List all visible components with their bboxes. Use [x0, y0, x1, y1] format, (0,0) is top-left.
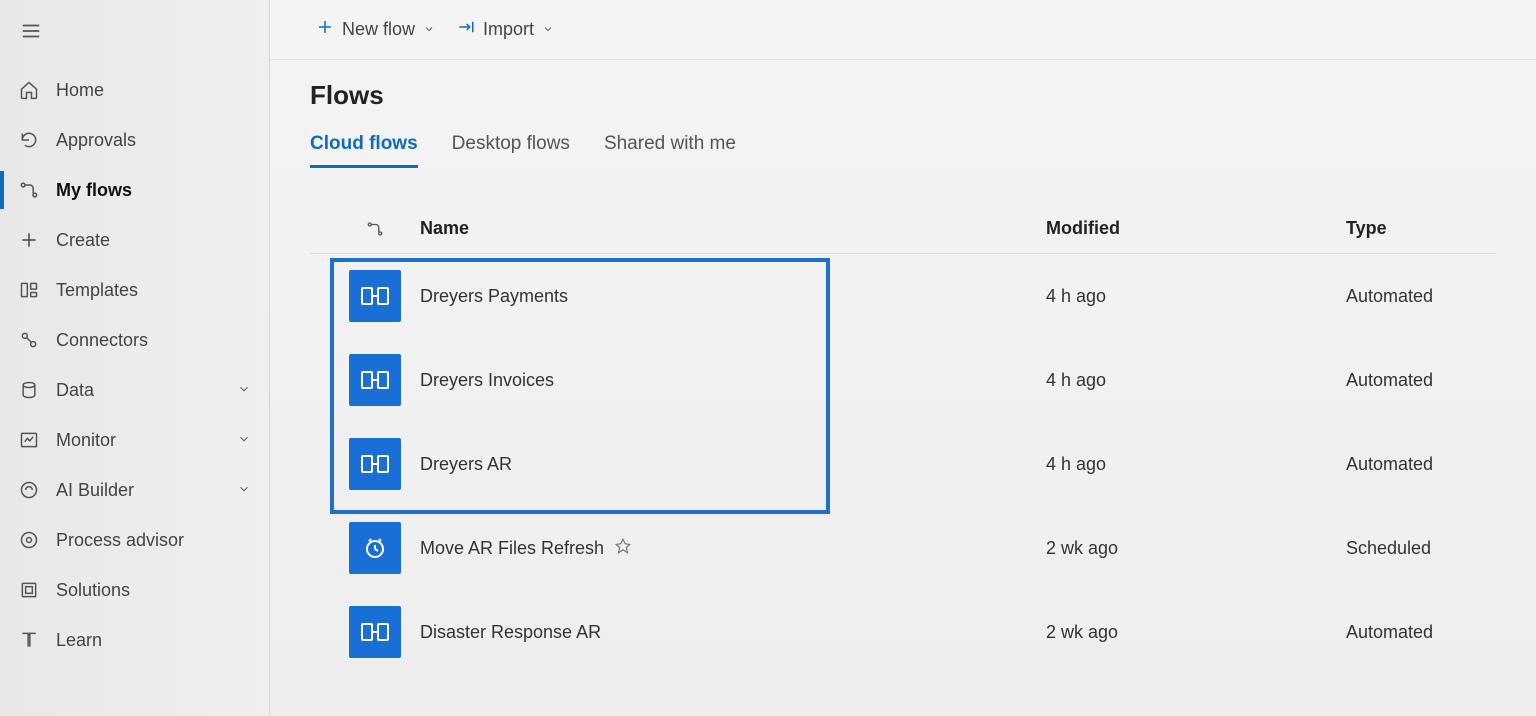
approvals-icon: [18, 129, 40, 151]
connectors-icon: [18, 329, 40, 351]
column-header-type[interactable]: Type: [1346, 218, 1496, 239]
flow-name: Dreyers Invoices: [420, 370, 554, 391]
sidebar-item-label: Templates: [56, 280, 138, 301]
sidebar: Home Approvals My flows Create Templates…: [0, 0, 270, 716]
flow-modified: 4 h ago: [1046, 286, 1346, 307]
templates-icon: [18, 279, 40, 301]
sidebar-item-create[interactable]: Create: [0, 215, 269, 265]
chevron-down-icon: [237, 380, 251, 401]
flow-icon: [18, 179, 40, 201]
flow-modified: 2 wk ago: [1046, 538, 1346, 559]
table-row[interactable]: Disaster Response AR 2 wk ago Automated: [310, 590, 1496, 674]
flow-modified: 2 wk ago: [1046, 622, 1346, 643]
sidebar-item-label: Connectors: [56, 330, 148, 351]
flow-connector-icon: [349, 270, 401, 322]
column-header-modified[interactable]: Modified: [1046, 218, 1346, 239]
import-label: Import: [483, 19, 534, 40]
table-row[interactable]: Dreyers Invoices 4 h ago Automated: [310, 338, 1496, 422]
page-header-area: Flows Cloud flows Desktop flows Shared w…: [270, 60, 1536, 168]
table-header-row: Name Modified Type: [310, 218, 1496, 254]
flow-name: Dreyers Payments: [420, 286, 568, 307]
main-content: New flow Import Flows Cloud flows Deskto…: [270, 0, 1536, 716]
chevron-down-icon: [423, 19, 435, 40]
flow-connector-icon: [349, 606, 401, 658]
sidebar-item-label: Monitor: [56, 430, 116, 451]
sidebar-item-label: Data: [56, 380, 94, 401]
sidebar-item-learn[interactable]: Learn: [0, 615, 269, 665]
table-row[interactable]: Move AR Files Refresh 2 wk ago Scheduled: [310, 506, 1496, 590]
hamburger-icon: [20, 20, 42, 42]
sidebar-item-approvals[interactable]: Approvals: [0, 115, 269, 165]
sidebar-item-label: Process advisor: [56, 530, 184, 551]
monitor-icon: [18, 429, 40, 451]
sidebar-item-label: Solutions: [56, 580, 130, 601]
page-title: Flows: [310, 80, 1496, 111]
flow-name: Disaster Response AR: [420, 622, 601, 643]
flow-type: Scheduled: [1346, 538, 1496, 559]
sidebar-item-data[interactable]: Data: [0, 365, 269, 415]
learn-icon: [18, 629, 40, 651]
premium-icon: [614, 537, 632, 560]
sidebar-item-templates[interactable]: Templates: [0, 265, 269, 315]
import-button[interactable]: Import: [451, 14, 560, 45]
flow-type: Automated: [1346, 286, 1496, 307]
column-flow-type-icon: [330, 220, 420, 238]
sidebar-item-home[interactable]: Home: [0, 65, 269, 115]
flow-modified: 4 h ago: [1046, 370, 1346, 391]
flow-modified: 4 h ago: [1046, 454, 1346, 475]
solutions-icon: [18, 579, 40, 601]
sidebar-item-label: Learn: [56, 630, 102, 651]
home-icon: [18, 79, 40, 101]
flow-connector-icon: [349, 354, 401, 406]
flow-type: Automated: [1346, 454, 1496, 475]
sidebar-item-label: Home: [56, 80, 104, 101]
flow-name: Dreyers AR: [420, 454, 512, 475]
process-advisor-icon: [18, 529, 40, 551]
sidebar-item-label: My flows: [56, 180, 132, 201]
sidebar-item-solutions[interactable]: Solutions: [0, 565, 269, 615]
hamburger-menu-button[interactable]: [0, 12, 269, 65]
column-header-name[interactable]: Name: [420, 218, 1046, 239]
flow-type: Automated: [1346, 370, 1496, 391]
flows-table: Name Modified Type Dreyers Payments 4 h …: [270, 218, 1536, 674]
sidebar-item-label: AI Builder: [56, 480, 134, 501]
chevron-down-icon: [237, 480, 251, 501]
sidebar-item-label: Approvals: [56, 130, 136, 151]
new-flow-label: New flow: [342, 19, 415, 40]
schedule-icon: [349, 522, 401, 574]
sidebar-item-monitor[interactable]: Monitor: [0, 415, 269, 465]
chevron-down-icon: [542, 19, 554, 40]
plus-icon: [316, 18, 334, 41]
sidebar-item-ai-builder[interactable]: AI Builder: [0, 465, 269, 515]
import-icon: [457, 18, 475, 41]
flows-tabs: Cloud flows Desktop flows Shared with me: [310, 133, 1496, 168]
new-flow-button[interactable]: New flow: [310, 14, 441, 45]
table-row[interactable]: Dreyers AR 4 h ago Automated: [310, 422, 1496, 506]
table-row[interactable]: Dreyers Payments 4 h ago Automated: [310, 254, 1496, 338]
sidebar-item-process-advisor[interactable]: Process advisor: [0, 515, 269, 565]
chevron-down-icon: [237, 430, 251, 451]
command-toolbar: New flow Import: [270, 0, 1536, 60]
plus-icon: [18, 229, 40, 251]
sidebar-item-label: Create: [56, 230, 110, 251]
tab-desktop-flows[interactable]: Desktop flows: [452, 133, 570, 168]
data-icon: [18, 379, 40, 401]
ai-builder-icon: [18, 479, 40, 501]
sidebar-item-my-flows[interactable]: My flows: [0, 165, 269, 215]
flow-connector-icon: [349, 438, 401, 490]
flow-name: Move AR Files Refresh: [420, 538, 604, 559]
tab-cloud-flows[interactable]: Cloud flows: [310, 133, 418, 168]
flow-type: Automated: [1346, 622, 1496, 643]
sidebar-item-connectors[interactable]: Connectors: [0, 315, 269, 365]
tab-shared-with-me[interactable]: Shared with me: [604, 133, 736, 168]
